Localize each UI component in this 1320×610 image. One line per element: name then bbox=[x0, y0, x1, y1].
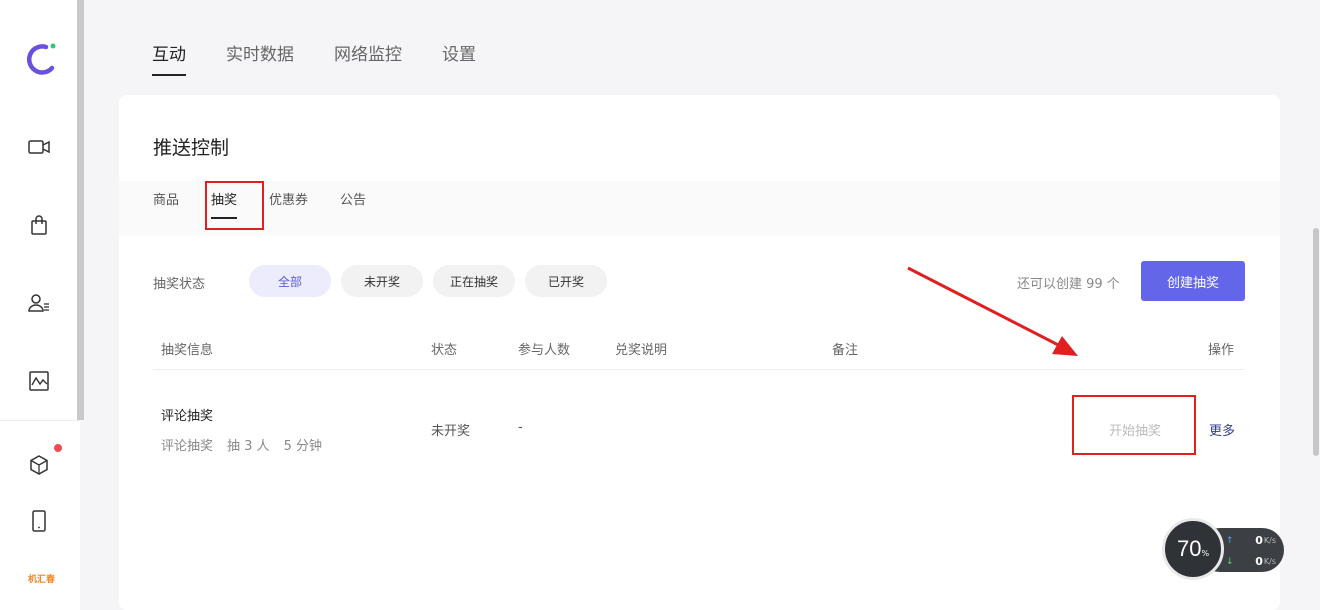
brand-text: 机汇春 bbox=[28, 575, 56, 585]
push-control-card: 推送控制 商品 抽奖 优惠券 公告 抽奖状态 全部 未开奖 正在抽奖 已开奖 还… bbox=[119, 95, 1280, 610]
top-tabs: 互动 实时数据 网络监控 设置 bbox=[152, 40, 516, 76]
tab-interaction[interactable]: 互动 bbox=[152, 40, 186, 76]
header-remark: 备注 bbox=[832, 343, 859, 358]
header-status: 状态 bbox=[431, 343, 458, 358]
lottery-title: 评论抽奖 bbox=[161, 409, 214, 424]
filter-drawing[interactable]: 正在抽奖 bbox=[433, 265, 515, 297]
header-redeem: 兑奖说明 bbox=[615, 343, 668, 358]
logo-icon[interactable] bbox=[22, 40, 58, 80]
sidebar-scrollbar[interactable] bbox=[77, 0, 84, 420]
tab-announcements[interactable]: 公告 bbox=[340, 189, 366, 208]
lottery-details: 评论抽奖 抽 3 人 5 分钟 bbox=[161, 435, 322, 454]
filter-not-drawn[interactable]: 未开奖 bbox=[341, 265, 423, 297]
annotation-box-lottery-tab bbox=[205, 181, 264, 230]
tab-settings[interactable]: 设置 bbox=[442, 40, 476, 73]
filter-drawn[interactable]: 已开奖 bbox=[525, 265, 607, 297]
more-link[interactable]: 更多 bbox=[1209, 420, 1235, 439]
cube-icon[interactable] bbox=[24, 450, 54, 480]
tab-products[interactable]: 商品 bbox=[153, 189, 179, 208]
tab-realtime-data[interactable]: 实时数据 bbox=[226, 40, 294, 73]
sidebar-divider bbox=[0, 420, 80, 421]
header-participants: 参与人数 bbox=[518, 343, 571, 358]
upload-arrow-icon: ↑ bbox=[1226, 535, 1234, 546]
tab-coupons[interactable]: 优惠券 bbox=[269, 189, 308, 208]
page-title: 推送控制 bbox=[153, 137, 230, 159]
user-list-icon[interactable] bbox=[24, 288, 54, 318]
header-info: 抽奖信息 bbox=[161, 343, 214, 358]
notification-dot bbox=[54, 444, 62, 452]
sub-tabs: 商品 抽奖 优惠券 公告 bbox=[153, 189, 398, 219]
lottery-duration: 5 分钟 bbox=[283, 439, 322, 454]
main-scrollbar[interactable] bbox=[1313, 228, 1319, 456]
lottery-status: 未开奖 bbox=[431, 424, 471, 439]
gauge-value: 70 bbox=[1176, 536, 1202, 561]
chart-icon[interactable] bbox=[24, 366, 54, 396]
filter-label: 抽奖状态 bbox=[153, 277, 206, 292]
sidebar: 机汇春 bbox=[0, 0, 80, 610]
download-arrow-icon: ↓ bbox=[1226, 556, 1234, 567]
upload-speed: ↑ 0 K/s bbox=[1226, 534, 1276, 547]
video-camera-icon[interactable] bbox=[24, 132, 54, 162]
memory-gauge[interactable]: 70 % bbox=[1162, 518, 1224, 580]
filter-all[interactable]: 全部 bbox=[249, 265, 331, 297]
create-lottery-button[interactable]: 创建抽奖 bbox=[1141, 261, 1245, 301]
gauge-percent-sign: % bbox=[1201, 548, 1210, 558]
annotation-arrow bbox=[907, 266, 1078, 356]
lottery-winners: 抽 3 人 bbox=[227, 439, 270, 454]
tablet-icon[interactable] bbox=[24, 506, 54, 536]
annotation-box-start-button bbox=[1072, 395, 1196, 455]
header-action: 操作 bbox=[1208, 343, 1235, 358]
shopping-bag-icon[interactable] bbox=[24, 210, 54, 240]
download-speed: ↓ 0 K/s bbox=[1226, 555, 1276, 568]
lottery-participants: - bbox=[518, 420, 523, 435]
lottery-type: 评论抽奖 bbox=[161, 439, 214, 454]
tab-network-monitor[interactable]: 网络监控 bbox=[334, 40, 402, 73]
